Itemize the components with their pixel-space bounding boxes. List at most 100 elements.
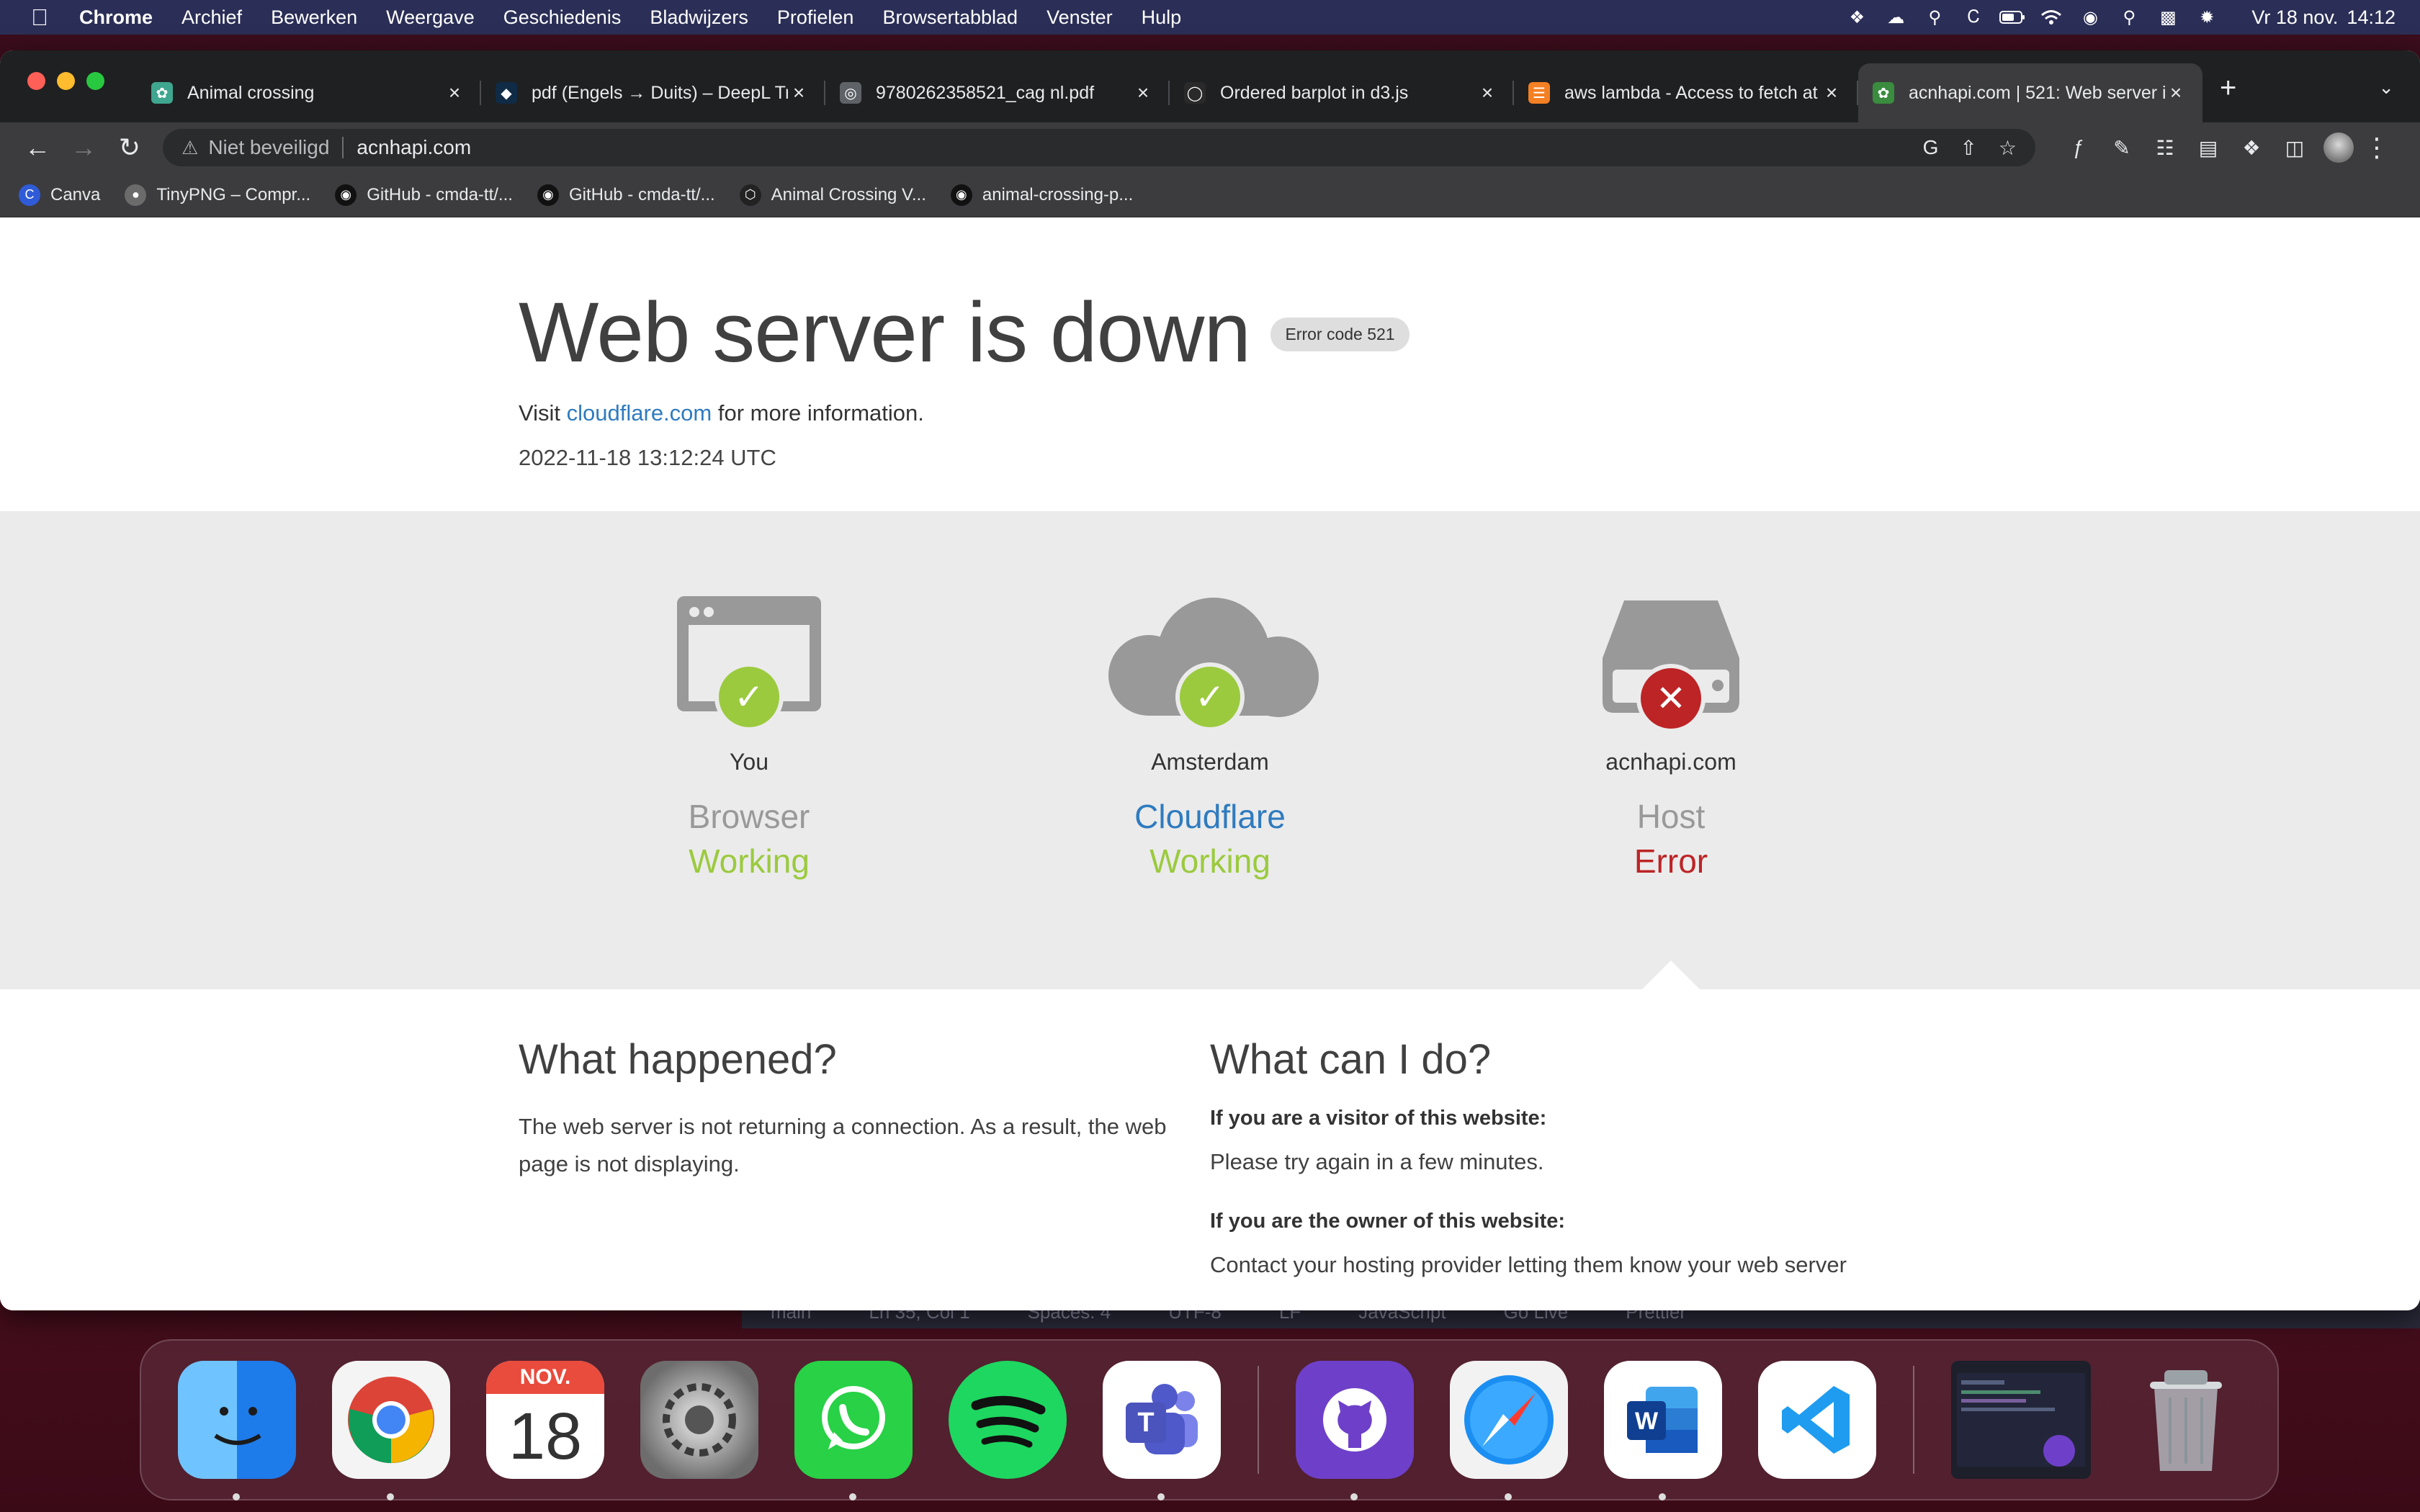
bluetooth-icon[interactable]: Ꮯ (1960, 7, 1986, 27)
menu-venster[interactable]: Venster (1047, 6, 1113, 29)
spotlight-search-icon[interactable]: ⚲ (2116, 7, 2142, 27)
font-extension-icon[interactable]: ƒ (2057, 136, 2100, 160)
security-status-label[interactable]: Niet beveiligd (208, 136, 329, 159)
pencil-extension-icon[interactable]: ✎ (2100, 136, 2143, 160)
address-bar[interactable]: ⚠ Niet beveiligd acnhapi.com G ⇧ ☆ (163, 129, 2035, 166)
user-account-icon[interactable]: ◉ (2077, 7, 2103, 27)
stackoverflow-favicon-icon: ☰ (1528, 82, 1550, 104)
bookmark-animal-crossing-v[interactable]: ⬡ Animal Crossing V... (739, 184, 926, 206)
extensions-puzzle-icon[interactable]: ❖ (2230, 136, 2273, 160)
menu-weergave[interactable]: Weergave (386, 6, 475, 29)
close-tab-icon[interactable]: × (1821, 81, 1842, 104)
visit-prefix: Visit (519, 400, 561, 426)
close-tab-icon[interactable]: × (2165, 81, 2187, 104)
new-tab-plus-icon[interactable]: + (2220, 72, 2236, 104)
tab-acnhapi-active[interactable]: ✿ acnhapi.com | 521: Web server is down … (1858, 63, 2202, 122)
tab-d3-barplot[interactable]: ◯ Ordered barplot in d3.js × (1170, 63, 1514, 122)
bookmark-tinypng[interactable]: ● TinyPNG – Compr... (125, 184, 310, 206)
tab-title: Ordered barplot in d3.js (1220, 82, 1409, 103)
close-tab-icon[interactable]: × (444, 81, 465, 104)
bookmark-label: GitHub - cmda-tt/... (367, 184, 513, 204)
close-tab-icon[interactable]: × (1132, 81, 1154, 104)
menu-geschiedenis[interactable]: Geschiedenis (503, 6, 622, 29)
share-icon[interactable]: ⇧ (1960, 136, 1976, 160)
menu-app-name[interactable]: Chrome (79, 6, 153, 29)
menu-bladwijzers[interactable]: Bladwijzers (650, 6, 748, 29)
menubar-clock[interactable]: Vr 18 nov. 14:12 (2243, 6, 2396, 29)
battery-icon[interactable] (1999, 7, 2025, 27)
bookmark-label: GitHub - cmda-tt/... (568, 184, 715, 204)
bookmarks-bar: C Canva ● TinyPNG – Compr... ◉ GitHub - … (0, 173, 2420, 217)
close-tab-icon[interactable]: × (788, 81, 810, 104)
system-settings-gear-icon[interactable] (640, 1361, 758, 1479)
what-happened-text: The web server is not returning a connec… (519, 1114, 1167, 1176)
codepen-icon: ⬡ (739, 184, 761, 206)
browser-toolbar: ← → ↻ ⚠ Niet beveiligd acnhapi.com G ⇧ ☆… (0, 122, 2420, 173)
dock-separator (1913, 1366, 1914, 1474)
omnibox-divider (342, 137, 344, 158)
google-lens-icon[interactable]: G (1923, 136, 1939, 160)
tab-title: acnhapi.com | 521: Web server is down (1909, 82, 2165, 103)
trash-icon[interactable] (2127, 1361, 2245, 1479)
menu-browsertabblad[interactable]: Browsertabblad (882, 6, 1018, 29)
url-text[interactable]: acnhapi.com (357, 136, 471, 159)
fullscreen-window-button[interactable] (86, 72, 104, 90)
macos-menu-bar:  Chrome Archief Bewerken Weergave Gesch… (0, 0, 2420, 35)
calendar-day: 18 (508, 1400, 583, 1473)
dropbox-icon[interactable]: ❖ (1844, 7, 1870, 27)
bookmark-canva[interactable]: C Canva (19, 184, 100, 206)
teams-icon[interactable]: T (1103, 1361, 1221, 1500)
calendar-icon[interactable]: NOV. 18 (486, 1361, 604, 1479)
github-desktop-icon[interactable] (1296, 1361, 1414, 1500)
close-tab-icon[interactable]: × (1476, 81, 1498, 104)
creative-cloud-icon[interactable]: ☁ (1883, 7, 1909, 27)
safari-compass-icon[interactable] (1450, 1361, 1568, 1500)
apple-menu-icon[interactable]:  (0, 4, 79, 31)
extensions-area: ƒ ✎ ☷ ▤ ❖ ◫ (2057, 136, 2316, 160)
siri-icon[interactable]: ✹ (2194, 7, 2220, 27)
spotlight-alt-icon[interactable]: ⚲ (1922, 7, 1948, 27)
menubar-status-area: ❖ ☁ ⚲ Ꮯ ◉ ⚲ ▩ ✹ Vr 18 nov. 14:12 (1831, 6, 2420, 29)
bookmark-github-1[interactable]: ◉ GitHub - cmda-tt/... (335, 184, 513, 206)
warning-triangle-icon[interactable]: ⚠ (182, 137, 198, 159)
tab-pdf[interactable]: ◎ 9780262358521_cag nl.pdf × (825, 63, 1170, 122)
minimized-window-thumbnail[interactable] (1951, 1361, 2091, 1479)
node-role: Browser (688, 798, 810, 835)
menu-bewerken[interactable]: Bewerken (271, 6, 357, 29)
cloudflare-link[interactable]: cloudflare.com (567, 400, 712, 426)
wifi-icon[interactable] (2038, 7, 2064, 27)
close-window-button[interactable] (27, 72, 45, 90)
menu-profielen[interactable]: Profielen (777, 6, 854, 29)
tab-strip: ✿ Animal crossing × ◆ pdf (Engels → Duit… (0, 50, 2420, 122)
control-center-icon[interactable]: ▩ (2155, 7, 2181, 27)
what-happened-heading: What happened? (519, 1036, 837, 1083)
reload-icon[interactable]: ↻ (107, 132, 153, 163)
tab-animal-crossing[interactable]: ✿ Animal crossing × (137, 63, 481, 122)
tab-deepl[interactable]: ◆ pdf (Engels → Duits) – DeepL Translate… (481, 63, 825, 122)
profile-avatar[interactable] (2323, 132, 2354, 163)
node-role-link[interactable]: Cloudflare (980, 797, 1440, 836)
menu-hulp[interactable]: Hulp (1142, 6, 1182, 29)
node-browser: ✓ You Browser Working (519, 511, 980, 881)
whatsapp-icon[interactable] (794, 1361, 913, 1500)
reader-extension-icon[interactable]: ☷ (2143, 136, 2187, 160)
word-icon[interactable]: W (1604, 1361, 1722, 1500)
bookmark-github-2[interactable]: ◉ GitHub - cmda-tt/... (537, 184, 715, 206)
panda-icon: ● (125, 184, 147, 206)
chrome-icon[interactable] (332, 1361, 450, 1500)
minimize-window-button[interactable] (57, 72, 75, 90)
vscode-icon[interactable] (1758, 1361, 1876, 1479)
forward-arrow-icon[interactable]: → (60, 132, 107, 163)
finder-icon[interactable] (178, 1361, 296, 1500)
more-menu-icon[interactable]: ⋮ (2354, 132, 2400, 163)
bookmark-star-icon[interactable]: ☆ (1999, 136, 2017, 160)
back-arrow-icon[interactable]: ← (14, 132, 60, 163)
spotify-icon[interactable] (949, 1361, 1067, 1479)
translate-extension-icon[interactable]: ▤ (2187, 136, 2230, 160)
node-location: Amsterdam (1151, 749, 1269, 775)
bookmark-animal-crossing-p[interactable]: ◉ animal-crossing-p... (950, 184, 1133, 206)
menu-archief[interactable]: Archief (182, 6, 242, 29)
tab-stackoverflow[interactable]: ☰ aws lambda - Access to fetch at × (1514, 63, 1858, 122)
side-panel-icon[interactable]: ◫ (2273, 136, 2316, 160)
tab-search-chevron-icon[interactable]: ⌄ (2378, 76, 2394, 99)
